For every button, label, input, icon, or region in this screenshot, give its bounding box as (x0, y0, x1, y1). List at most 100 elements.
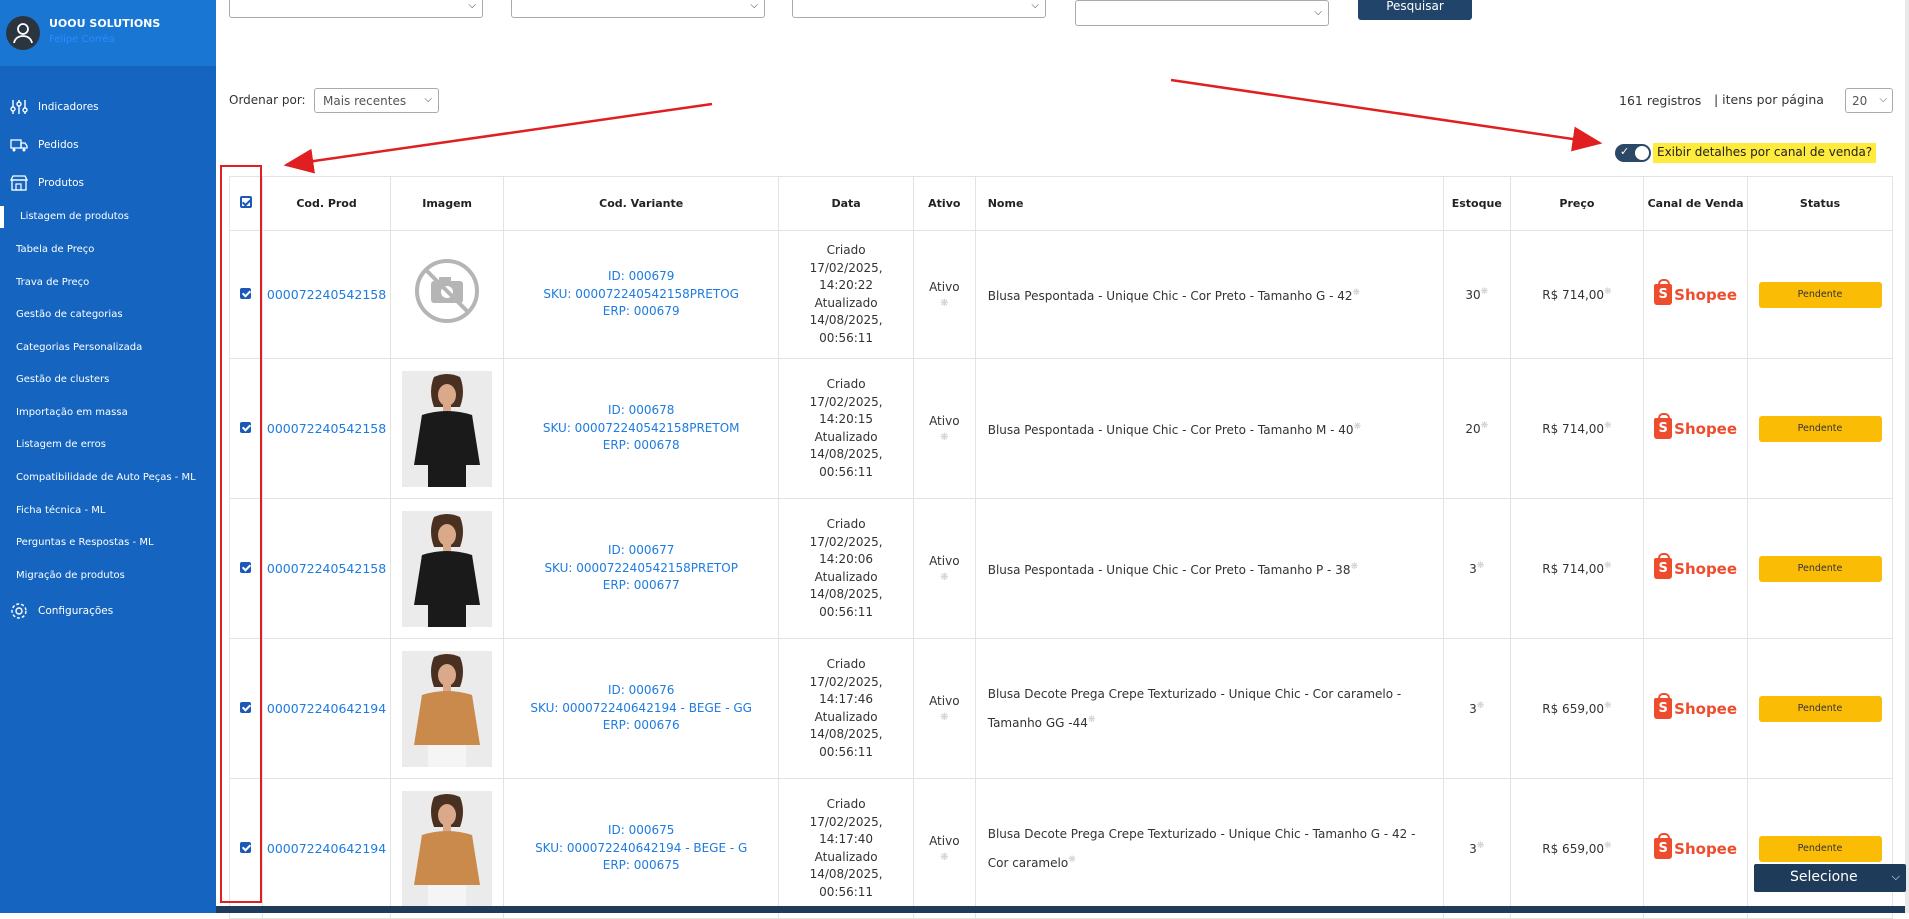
filter-select-4[interactable]: ⌵ (1075, 0, 1329, 26)
variant-id[interactable]: ID: 000675 (508, 822, 774, 840)
column-header[interactable]: Cod. Prod (261, 176, 392, 231)
price-value: R$ 659,00 (1542, 702, 1605, 716)
variant-id[interactable]: ID: 000679 (508, 268, 774, 286)
updated-time: 00:56:11 (819, 330, 874, 345)
shopee-logo[interactable]: S Shopee (1654, 413, 1737, 439)
status-badge[interactable]: Pendente (1758, 415, 1882, 442)
date-cell: Criado 17/02/2025, 14:20:06 Atualizado 14/08… (778, 498, 914, 639)
variant-sku[interactable]: SKU: 000072240542158PRETOP (508, 560, 774, 578)
sidebar-item-produtos[interactable]: Produtos (0, 169, 216, 197)
search-button[interactable]: Pesquisar (1358, 0, 1472, 20)
sidebar-sub-migracao-produtos[interactable]: Migração de produtos (16, 570, 125, 581)
shopee-logo[interactable]: S Shopee (1654, 553, 1738, 579)
status-cell: Pendente (1747, 778, 1893, 919)
name-cell: Blusa Pespontada - Unique Chic - Cor Pre… (974, 498, 1444, 639)
variant-sku[interactable]: SKU: 000072240642194 - BEGE - GG (508, 700, 774, 718)
status-badge[interactable]: Pendente (1758, 281, 1882, 308)
sidebar-item-configuracoes[interactable]: Configurações (0, 597, 216, 625)
channel-name: Shopee (1674, 559, 1738, 578)
loading-icon: ❋ (1480, 421, 1489, 431)
column-header[interactable]: Nome (974, 176, 1444, 231)
variant-id[interactable]: ID: 000676 (508, 682, 774, 700)
variant-id[interactable]: ID: 000678 (508, 402, 774, 420)
sales-channel-toggle[interactable]: ✓ (1615, 144, 1651, 162)
sidebar-sub-categorias-personalizada[interactable]: Categorias Personalizada (16, 342, 142, 353)
updated-time: 00:56:11 (819, 604, 874, 619)
order-select[interactable]: Mais recentes ⌵ (314, 88, 439, 113)
user-name: Felipe Corrêa (49, 34, 115, 45)
image-cell (390, 230, 505, 359)
floating-select[interactable]: Selecione ⌵ (1754, 864, 1906, 892)
sidebar-item-indicadores[interactable]: Indicadores (0, 93, 216, 121)
toggle-knob (1635, 146, 1649, 160)
updated-date: 14/08/2025, (809, 447, 883, 461)
column-header[interactable]: Estoque (1442, 176, 1511, 231)
sidebar-item-label: Produtos (38, 177, 84, 189)
loading-icon: ❋ (1476, 841, 1485, 851)
product-code-link[interactable]: 000072240642194 (267, 841, 386, 856)
variant-sku[interactable]: SKU: 000072240542158PRETOM (508, 420, 774, 438)
filter-select-1[interactable]: ⌵ (229, 0, 483, 18)
status-badge[interactable]: Pendente (1758, 555, 1882, 582)
variant-erp[interactable]: ERP: 000679 (508, 303, 774, 321)
column-header[interactable]: Preço (1509, 176, 1645, 231)
column-header[interactable]: Ativo (912, 176, 976, 231)
loading-icon: ❋ (1350, 562, 1358, 572)
sidebar-sub-perguntas-respostas[interactable]: Perguntas e Respostas - ML (16, 537, 154, 548)
date-cell: Criado 17/02/2025, 14:17:40 Atualizado 14/08… (778, 778, 914, 919)
image-cell (390, 358, 505, 499)
shopee-logo[interactable]: S Shopee (1654, 279, 1737, 305)
sidebar-sub-listagem-erros[interactable]: Listagem de erros (16, 439, 106, 450)
scrollbar-track[interactable] (1905, 0, 1909, 913)
column-header[interactable]: Cod. Variante (503, 176, 780, 231)
variant-erp[interactable]: ERP: 000677 (508, 577, 774, 595)
status-badge[interactable]: Pendente (1758, 695, 1882, 722)
table-row: 000072240642194 ID: 000675 SKU: 0000722406… (229, 778, 1893, 919)
created-time: 14:20:15 (819, 412, 874, 426)
sidebar-item-label: Pedidos (38, 139, 79, 151)
product-thumbnail[interactable] (402, 790, 493, 907)
loading-icon: ❋ (1604, 287, 1612, 297)
sidebar-item-pedidos[interactable]: Pedidos (0, 131, 216, 159)
sidebar-sub-gestao-clusters[interactable]: Gestão de clusters (16, 374, 109, 385)
active-status: Ativo (929, 694, 960, 708)
shopee-logo[interactable]: S Shopee (1654, 693, 1737, 719)
product-thumbnail[interactable] (402, 510, 493, 627)
sidebar-sub-listagem-produtos[interactable]: Listagem de produtos (20, 211, 129, 222)
stock-value: 3 (1469, 842, 1477, 856)
product-thumbnail[interactable] (402, 370, 493, 487)
stock-cell: 30❋ (1442, 230, 1511, 359)
sidebar-sub-importacao-massa[interactable]: Importação em massa (16, 407, 128, 418)
date-cell: Criado 17/02/2025, 14:17:46 Atualizado 14/08… (778, 638, 914, 779)
variant-id[interactable]: ID: 000677 (508, 542, 774, 560)
stock-cell: 20❋ (1442, 358, 1511, 499)
variant-erp[interactable]: ERP: 000675 (508, 857, 774, 875)
sidebar-sub-gestao-categorias[interactable]: Gestão de categorias (16, 309, 123, 320)
column-header[interactable]: Status (1747, 176, 1893, 231)
sidebar-sub-trava-preco[interactable]: Trava de Preço (16, 277, 89, 288)
shopee-logo[interactable]: S Shopee (1654, 833, 1737, 859)
per-page-select[interactable]: 20 ⌵ (1845, 88, 1893, 113)
variant-sku[interactable]: SKU: 000072240542158PRETOG (508, 286, 774, 304)
product-code-link[interactable]: 000072240542158 (267, 561, 386, 576)
store-icon (9, 173, 29, 193)
stock-value: 3 (1469, 562, 1477, 576)
product-code-link[interactable]: 000072240542158 (267, 421, 386, 436)
sidebar-sub-ficha-tecnica[interactable]: Ficha técnica - ML (16, 505, 105, 516)
filter-select-3[interactable]: ⌵ (792, 0, 1046, 18)
variant-erp[interactable]: ERP: 000678 (508, 437, 774, 455)
sidebar-sub-compatibilidade-auto-pecas[interactable]: Compatibilidade de Auto Peças - ML (16, 472, 196, 483)
status-badge[interactable]: Pendente (1758, 835, 1882, 862)
product-code-link[interactable]: 000072240542158 (267, 287, 386, 302)
sidebar-sub-tabela-preco[interactable]: Tabela de Preço (16, 244, 94, 255)
created-date: 17/02/2025, (809, 674, 883, 689)
variant-erp[interactable]: ERP: 000676 (508, 717, 774, 735)
filter-select-2[interactable]: ⌵ (511, 0, 765, 18)
product-code-link[interactable]: 000072240642194 (267, 701, 386, 716)
channel-cell: S Shopee (1643, 778, 1749, 919)
avatar-icon[interactable] (6, 16, 40, 50)
variant-sku[interactable]: SKU: 000072240642194 - BEGE - G (508, 840, 774, 858)
product-thumbnail[interactable] (402, 650, 493, 767)
column-header[interactable]: Data (778, 176, 914, 231)
loading-icon: ❋ (1352, 288, 1361, 298)
